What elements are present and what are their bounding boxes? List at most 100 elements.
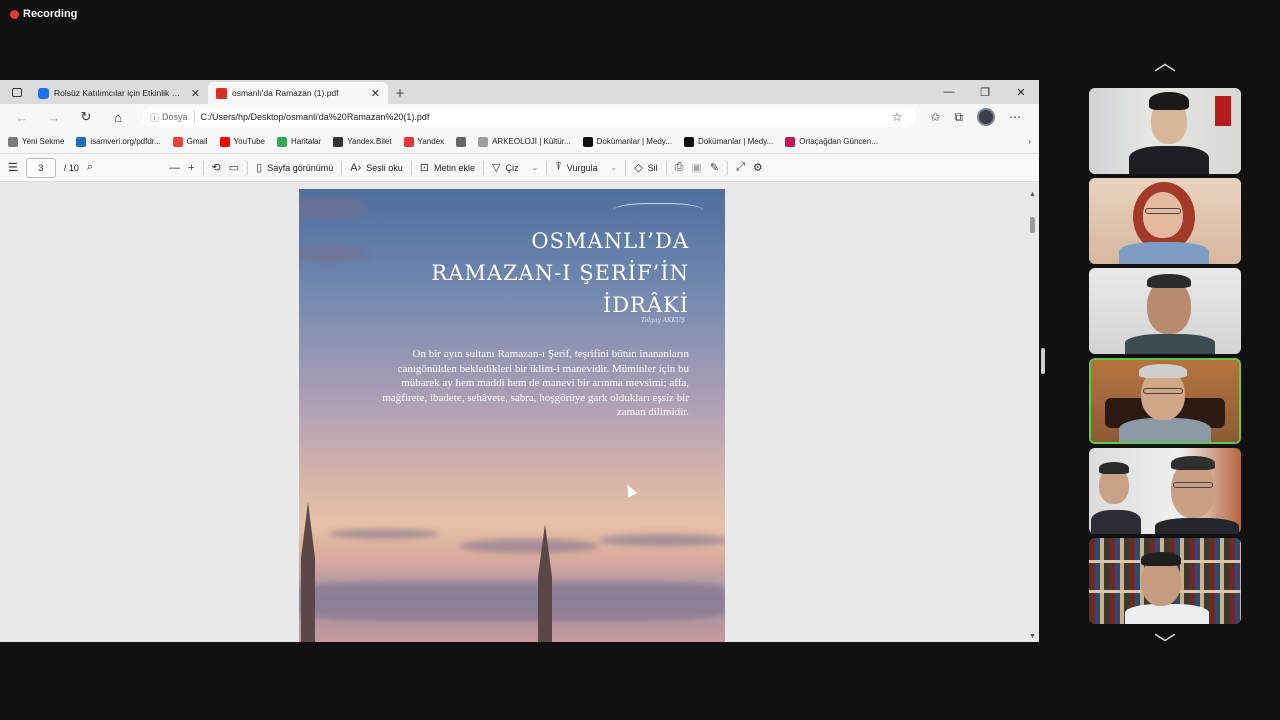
eraser-icon: ◇ <box>634 162 643 174</box>
chevron-up-icon[interactable]: ︿ <box>1149 52 1181 74</box>
bookmark-item[interactable]: Haritalar <box>276 136 322 147</box>
cloud-shape <box>299 197 369 219</box>
page-total: / 10 <box>63 162 79 173</box>
bookmark-item[interactable]: Yandex <box>403 136 444 147</box>
site-info[interactable]: ⓘ Dosya <box>150 111 188 124</box>
participant-body <box>1119 242 1209 264</box>
highlight-button[interactable]: ⍒ Vurgula ⌄ <box>555 161 617 174</box>
page-view-button[interactable]: ▯ Sayfa görünümü <box>256 161 333 174</box>
more-options-icon[interactable]: ⋯ <box>1009 110 1021 124</box>
chevron-down-icon[interactable]: ⌄ <box>531 163 538 172</box>
bookmark-favicon-icon <box>76 136 87 147</box>
bookmark-label: Dokümanlar | Medy... <box>596 137 672 146</box>
chevron-down-icon[interactable]: ⌄ <box>610 163 617 172</box>
back-icon[interactable]: ← <box>8 106 36 128</box>
bookmark-item[interactable]: Gmail <box>172 136 208 147</box>
forward-icon[interactable]: → <box>40 106 68 128</box>
pdf-viewer[interactable]: OSMANLI’DA RAMAZAN-I ŞERİF’İN İDRÂKİ Tol… <box>0 189 1039 642</box>
bookmark-item[interactable]: Yeni Sekme <box>8 136 65 147</box>
bookmarks-bar: Yeni Sekme isamveri.org/pdfdr... Gmail YouT… <box>0 130 1039 154</box>
table-of-contents-icon[interactable]: ☰ <box>8 161 18 174</box>
bookmark-item[interactable]: Dokümanlar | Medy... <box>582 136 672 147</box>
window-controls: — ❐ ✕ <box>931 80 1039 104</box>
add-text-label: Metin ekle <box>433 162 476 173</box>
panel-resize-handle[interactable] <box>1041 348 1045 374</box>
close-window-icon[interactable]: ✕ <box>1003 80 1039 104</box>
cloud-shape <box>459 539 599 553</box>
glasses-decoration <box>1173 482 1213 488</box>
save-icon[interactable]: ▣ <box>691 161 701 174</box>
bookmark-item[interactable]: Yandex.Bilet <box>333 136 392 147</box>
recording-dot-icon <box>10 9 19 19</box>
participant-tile[interactable] <box>1089 538 1241 624</box>
bookmark-label: YouTube <box>233 137 265 146</box>
bookmark-item[interactable] <box>456 136 467 147</box>
read-aloud-button[interactable]: A› Sesli oku <box>350 162 403 174</box>
restore-icon[interactable]: ❐ <box>967 80 1003 104</box>
bookmark-favicon-icon <box>478 136 489 147</box>
tab-pdf[interactable]: osmanlı'da Ramazan (1).pdf ✕ <box>208 82 388 104</box>
bookmarks-overflow-icon[interactable]: › <box>1028 137 1031 146</box>
scroll-up-arrow-icon[interactable]: ▲ <box>1029 191 1036 198</box>
bookmark-label: Ortaçağdan Güncen... <box>799 137 878 146</box>
participant-tile[interactable] <box>1089 88 1241 174</box>
tab-label: Rolsüz Katılımcılar için Etkinlik Sa... <box>54 88 186 98</box>
participant-tile-speaking[interactable] <box>1089 358 1241 444</box>
new-tab-button[interactable]: + <box>388 82 412 104</box>
bookmark-item[interactable]: YouTube <box>219 136 265 147</box>
vertical-scrollbar[interactable]: ▲ ▼ <box>1028 189 1037 642</box>
save-as-icon[interactable]: ✎ <box>710 161 719 174</box>
toolbar-separator <box>483 160 485 175</box>
favorites-icon[interactable]: ✩ <box>930 110 940 124</box>
scroll-thumb[interactable] <box>1030 217 1035 233</box>
bookmark-label: Yeni Sekme <box>22 137 65 146</box>
minimize-icon[interactable]: — <box>931 80 967 104</box>
bookmark-label: Haritalar <box>290 137 322 146</box>
chevron-down-icon[interactable]: ﹀ <box>1149 634 1181 656</box>
bookmark-favicon-icon <box>172 136 183 147</box>
home-icon[interactable]: ⌂ <box>104 106 132 128</box>
settings-gear-icon[interactable]: ⚙ <box>753 161 763 174</box>
participant-tile[interactable] <box>1089 448 1241 534</box>
pdf-page: OSMANLI’DA RAMAZAN-I ŞERİF’İN İDRÂKİ Tol… <box>299 189 725 642</box>
add-text-button[interactable]: ⊡ Metin ekle <box>420 161 475 174</box>
toolbar-separator <box>625 160 627 175</box>
bookmark-item[interactable]: Dokümanlar | Medy... <box>683 136 773 147</box>
tab-rolsuz[interactable]: Rolsüz Katılımcılar için Etkinlik Sa... … <box>30 82 208 104</box>
ornament-decoration <box>613 203 703 221</box>
participant-tile[interactable] <box>1089 268 1241 354</box>
collections-icon[interactable]: ⧉ <box>954 110 963 125</box>
document-title: OSMANLI’DA RAMAZAN-I ŞERİF’İN İDRÂKİ <box>431 225 689 321</box>
profile-avatar[interactable] <box>977 108 995 126</box>
rotate-icon[interactable]: ⟲ <box>212 161 221 174</box>
participant-tile[interactable] <box>1089 178 1241 264</box>
search-icon[interactable]: ⌕ <box>87 161 93 174</box>
draw-button[interactable]: ▽ Çiz ⌄ <box>492 161 538 174</box>
add-favorite-icon[interactable]: ☆ <box>892 110 903 124</box>
erase-button[interactable]: ◇ Sil <box>634 161 657 174</box>
document-author: Tolgay AKKUŞ <box>640 317 685 324</box>
cloud-shape <box>299 247 369 263</box>
zoom-out-icon[interactable]: — <box>169 162 180 174</box>
print-icon[interactable]: ⎙ <box>675 161 684 174</box>
fullscreen-icon[interactable]: ⤢ <box>736 161 745 174</box>
info-icon: ⓘ <box>150 112 160 123</box>
highlight-label: Vurgula <box>566 162 598 173</box>
cloud-shape <box>329 529 439 539</box>
scroll-down-arrow-icon[interactable]: ▼ <box>1029 633 1036 640</box>
fit-page-icon[interactable]: ▭ <box>229 161 239 174</box>
zoom-in-icon[interactable]: + <box>188 162 194 174</box>
close-tab-icon[interactable]: ✕ <box>371 87 380 100</box>
refresh-icon[interactable]: ↻ <box>72 106 100 128</box>
page-number-input[interactable]: 3 <box>25 157 56 178</box>
bookmark-item[interactable]: isamveri.org/pdfdr... <box>76 136 161 147</box>
bookmark-item[interactable]: ARKEOLOJİ | Kültür... <box>478 136 571 147</box>
add-text-icon: ⊡ <box>419 162 429 174</box>
address-bar[interactable]: ⓘ Dosya C:/Users/hp/Desktop/osmanli'da%20… <box>142 107 917 127</box>
participant-body <box>1125 334 1215 354</box>
tab-actions-icon[interactable] <box>4 80 30 104</box>
bookmark-item[interactable]: Ortaçağdan Güncen... <box>785 136 878 147</box>
participant-hair <box>1149 92 1189 110</box>
mouse-cursor-icon <box>622 482 638 498</box>
close-tab-icon[interactable]: ✕ <box>191 87 200 100</box>
